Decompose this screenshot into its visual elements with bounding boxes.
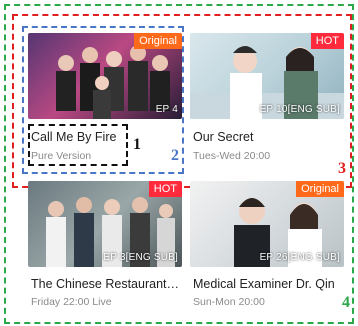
badge-original: Original [134, 33, 182, 49]
annotation-label-2: 2 [171, 147, 179, 164]
video-thumbnail[interactable]: Original EP 4 [28, 33, 182, 119]
video-subtitle: Tues-Wed 20:00 [193, 150, 271, 162]
episode-label: EP 26[ENG SUB] [259, 252, 340, 263]
video-subtitle: Friday 22:00 Live [31, 296, 112, 308]
video-thumbnail[interactable]: HOT EP 10[ENG SUB] [190, 33, 344, 119]
annotation-label-1: 1 [133, 136, 141, 153]
badge-hot: HOT [148, 181, 182, 197]
video-thumbnail[interactable]: Original EP 26[ENG SUB] [190, 181, 344, 267]
video-subtitle: Sun-Mon 20:00 [193, 296, 265, 308]
episode-label: EP 3[ENG SUB] [103, 252, 178, 263]
annotation-box-1 [28, 124, 128, 166]
video-title[interactable]: Our Secret [193, 130, 343, 144]
annotation-label-4: 4 [342, 294, 350, 311]
episode-label: EP 10[ENG SUB] [259, 104, 340, 115]
video-thumbnail[interactable]: HOT EP 3[ENG SUB] [28, 181, 182, 267]
annotation-label-3: 3 [338, 160, 346, 177]
badge-original: Original [296, 181, 344, 197]
video-title[interactable]: The Chinese Restaurant… [31, 277, 181, 291]
episode-label: EP 4 [155, 104, 178, 115]
video-title[interactable]: Medical Examiner Dr. Qin [193, 277, 343, 291]
badge-hot: HOT [310, 33, 344, 49]
